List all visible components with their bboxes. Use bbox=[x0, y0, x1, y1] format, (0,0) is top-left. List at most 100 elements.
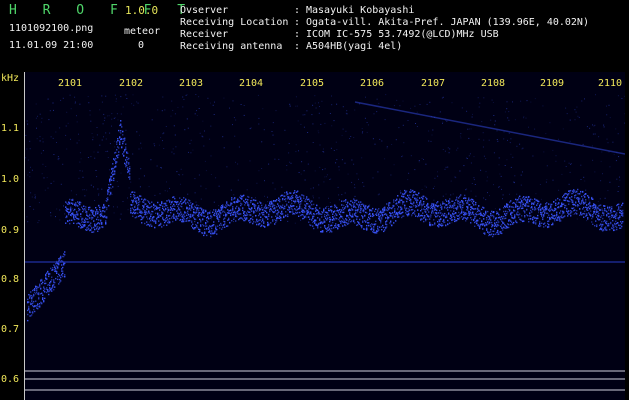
signal-dot bbox=[96, 218, 98, 221]
noise-dot bbox=[618, 156, 620, 158]
signal-dot bbox=[489, 222, 491, 224]
signal-dot bbox=[278, 197, 280, 199]
signal-dot bbox=[436, 209, 438, 212]
signal-dot bbox=[313, 203, 315, 206]
noise-dot bbox=[163, 148, 165, 149]
noise-dot bbox=[448, 152, 450, 154]
signal-dot bbox=[162, 207, 164, 210]
noise-dot bbox=[96, 127, 98, 128]
noise-dot bbox=[353, 137, 355, 138]
noise-dot bbox=[29, 171, 31, 173]
signal-dot bbox=[107, 193, 109, 195]
signal-dot bbox=[333, 217, 335, 220]
signal-dot bbox=[318, 223, 320, 225]
signal-dot bbox=[55, 267, 57, 269]
signal-dot bbox=[282, 199, 284, 201]
signal-dot bbox=[207, 221, 209, 223]
signal-dot bbox=[194, 220, 196, 223]
signal-dot bbox=[63, 264, 65, 266]
signal-dot bbox=[550, 218, 552, 220]
signal-dot bbox=[111, 175, 113, 178]
noise-dot bbox=[294, 222, 296, 224]
signal-dot bbox=[611, 206, 613, 208]
signal-dot bbox=[209, 211, 211, 213]
signal-dot bbox=[66, 215, 68, 217]
noise-dot bbox=[66, 148, 68, 150]
signal-dot bbox=[234, 197, 236, 200]
signal-dot bbox=[354, 205, 356, 208]
signal-dot bbox=[115, 157, 117, 160]
signal-dot bbox=[304, 216, 306, 218]
signal-dot bbox=[609, 207, 611, 209]
signal-dot bbox=[515, 206, 517, 208]
signal-dot bbox=[542, 217, 544, 219]
noise-dot bbox=[438, 214, 440, 216]
noise-dot bbox=[267, 196, 268, 198]
noise-dot bbox=[132, 94, 134, 96]
signal-dot bbox=[176, 215, 178, 217]
signal-dot bbox=[496, 211, 498, 213]
signal-dot bbox=[512, 223, 514, 225]
noise-dot bbox=[418, 160, 420, 161]
noise-dot bbox=[402, 124, 404, 126]
signal-dot bbox=[501, 224, 503, 226]
spectrogram-svg bbox=[25, 94, 625, 391]
signal-dot bbox=[329, 228, 331, 230]
noise-dot bbox=[318, 197, 320, 199]
noise-dot bbox=[148, 186, 150, 188]
signal-dot bbox=[603, 212, 605, 214]
signal-dot bbox=[358, 201, 360, 203]
noise-dot bbox=[209, 138, 211, 140]
signal-dot bbox=[63, 255, 65, 258]
signal-dot bbox=[272, 220, 274, 222]
signal-dot bbox=[243, 194, 245, 197]
noise-dot bbox=[65, 134, 67, 136]
signal-dot bbox=[189, 204, 191, 207]
signal-dot bbox=[507, 211, 509, 213]
noise-dot bbox=[354, 187, 356, 189]
signal-dot bbox=[299, 207, 301, 209]
noise-dot bbox=[114, 117, 116, 119]
signal-dot bbox=[36, 291, 38, 294]
signal-dot bbox=[555, 202, 557, 204]
signal-dot bbox=[268, 213, 270, 216]
signal-dot bbox=[118, 147, 120, 149]
noise-dot bbox=[473, 177, 475, 179]
signal-dot bbox=[169, 201, 171, 203]
signal-dot bbox=[197, 207, 199, 209]
noise-dot bbox=[120, 213, 122, 215]
signal-dot bbox=[417, 194, 419, 196]
signal-dot bbox=[186, 220, 188, 222]
signal-dot bbox=[339, 213, 341, 215]
signal-dot bbox=[585, 199, 587, 201]
signal-dot bbox=[424, 215, 426, 217]
noise-dot bbox=[281, 209, 283, 211]
noise-dot bbox=[31, 169, 33, 171]
noise-dot bbox=[314, 102, 316, 104]
signal-dot bbox=[565, 199, 567, 201]
signal-dot bbox=[365, 221, 367, 223]
noise-dot bbox=[520, 174, 522, 176]
noise-dot bbox=[330, 222, 332, 224]
info-value-observer: Masayuki Kobayashi bbox=[306, 5, 415, 16]
noise-dot bbox=[341, 159, 343, 161]
noise-dot bbox=[341, 134, 343, 136]
signal-dot bbox=[560, 210, 562, 212]
noise-dot bbox=[50, 215, 52, 217]
signal-dot bbox=[356, 218, 358, 220]
signal-dot bbox=[80, 213, 82, 215]
noise-dot bbox=[258, 123, 260, 125]
signal-dot bbox=[197, 227, 199, 229]
noise-dot bbox=[447, 147, 449, 149]
signal-dot bbox=[85, 221, 87, 223]
signal-dot bbox=[226, 214, 228, 216]
noise-dot bbox=[159, 193, 161, 195]
noise-dot bbox=[318, 184, 320, 186]
signal-dot bbox=[595, 206, 597, 208]
noise-dot bbox=[210, 125, 212, 127]
signal-dot bbox=[191, 220, 193, 222]
noise-dot bbox=[313, 197, 314, 199]
signal-dot bbox=[567, 194, 569, 197]
noise-dot bbox=[172, 148, 174, 150]
signal-dot bbox=[174, 217, 176, 219]
